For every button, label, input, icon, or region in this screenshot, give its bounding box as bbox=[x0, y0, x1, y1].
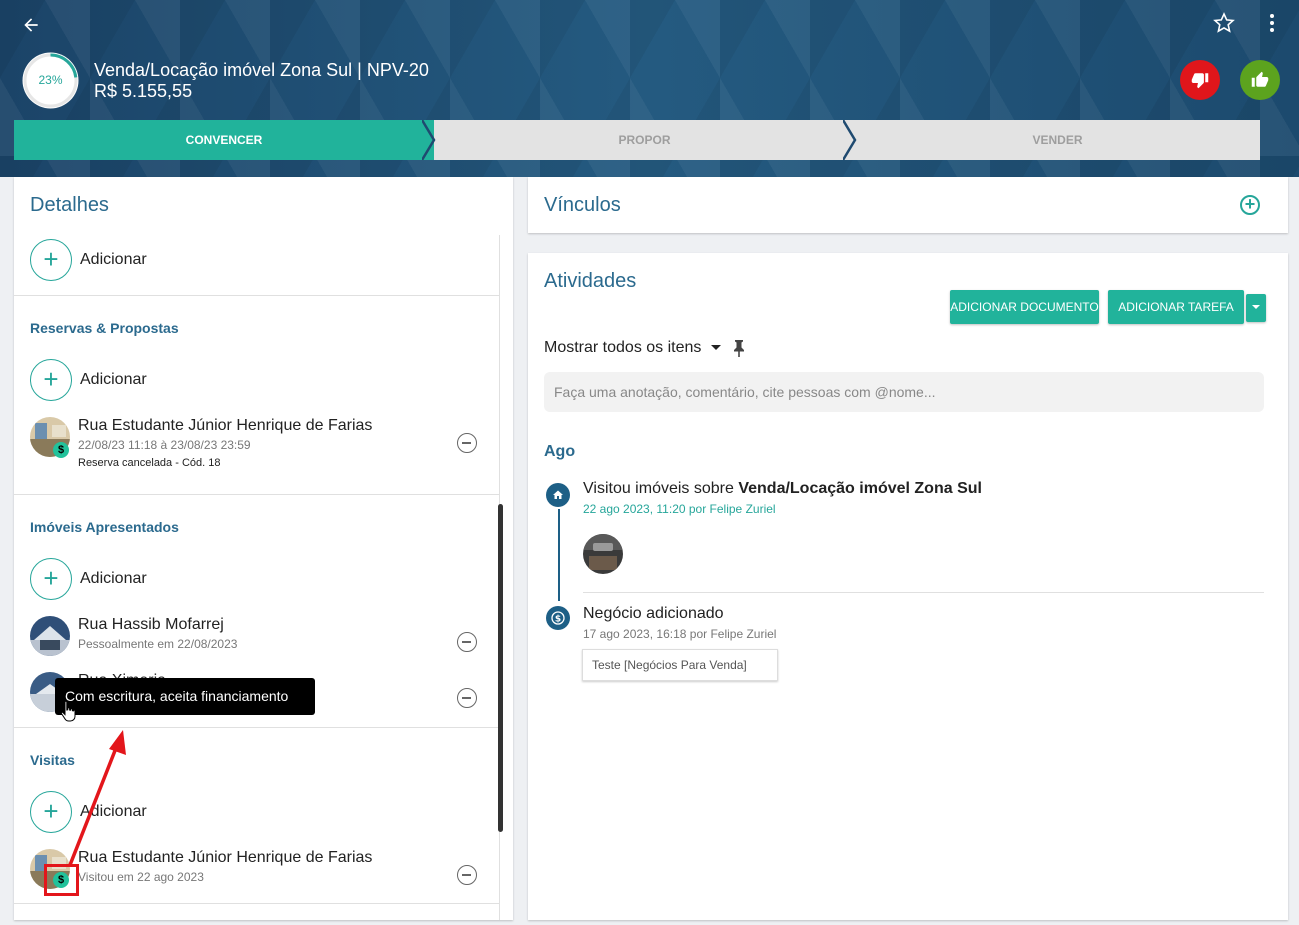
filter-label: Mostrar todos os itens bbox=[544, 339, 702, 356]
timeline-title: Negócio adicionado bbox=[583, 605, 724, 622]
add-circle-icon: + bbox=[30, 359, 72, 401]
list-item-imovel[interactable]: Rua Hassib Mofarrej Pessoalmente em 22/0… bbox=[30, 616, 490, 660]
list-item-reserva[interactable]: $ Rua Estudante Júnior Henrique de Faria… bbox=[30, 417, 490, 469]
timeline-title: Visitou imóveis sobre Venda/Locação imóv… bbox=[583, 480, 982, 498]
win-deal-button[interactable] bbox=[1240, 60, 1280, 100]
remove-icon[interactable] bbox=[457, 433, 477, 453]
lose-deal-button[interactable] bbox=[1180, 60, 1220, 100]
deal-chip[interactable]: Teste [Negócios Para Venda] bbox=[582, 649, 778, 681]
caret-down-icon bbox=[710, 345, 721, 350]
stage-convencer[interactable]: CONVENCER bbox=[14, 120, 434, 160]
progress-ring: 23% bbox=[22, 52, 79, 109]
more-options-button[interactable] bbox=[1259, 11, 1285, 37]
remove-icon[interactable] bbox=[457, 865, 477, 885]
deal-value: R$ 5.155,55 bbox=[94, 81, 193, 101]
period-label: Ago bbox=[544, 443, 576, 460]
back-button[interactable] bbox=[18, 12, 44, 38]
remove-icon[interactable] bbox=[457, 632, 477, 652]
add-circle-icon: + bbox=[30, 239, 72, 281]
divider bbox=[14, 903, 500, 904]
add-label: Adicionar bbox=[80, 570, 147, 587]
annotation-arrow bbox=[68, 730, 126, 866]
favorite-button[interactable] bbox=[1211, 11, 1237, 37]
imoveis-add-button[interactable]: + Adicionar bbox=[30, 558, 147, 600]
progress-label: 23% bbox=[38, 73, 63, 87]
dollar-badge-icon: $ bbox=[53, 442, 69, 458]
thumb-up-icon bbox=[1251, 71, 1269, 87]
svg-text:$: $ bbox=[555, 615, 561, 625]
item-subtitle: Pessoalmente em 22/08/2023 bbox=[78, 637, 238, 651]
item-title: Rua Hassib Mofarrej bbox=[78, 616, 224, 633]
timeline-meta[interactable]: 22 ago 2023, 11:20 por Felipe Zuriel bbox=[583, 502, 776, 516]
stage-separator-icon bbox=[422, 120, 436, 160]
details-add-button[interactable]: + Adicionar bbox=[30, 239, 147, 281]
tooltip: Com escritura, aceita financiamento bbox=[55, 678, 315, 715]
add-label: Adicionar bbox=[80, 371, 147, 388]
vinculos-title: Vínculos bbox=[544, 194, 621, 216]
timeline-divider bbox=[583, 592, 1264, 593]
caret-down-icon bbox=[1252, 305, 1260, 309]
details-scrollbar[interactable] bbox=[498, 504, 503, 832]
atividades-panel: Atividades ADICIONAR DOCUMENTO ADICIONAR… bbox=[528, 253, 1288, 920]
deal-title: Venda/Locação imóvel Zona Sul | NPV-20 bbox=[94, 60, 429, 80]
add-document-button[interactable]: ADICIONAR DOCUMENTO bbox=[950, 290, 1099, 324]
atividades-title: Atividades bbox=[544, 270, 637, 292]
add-circle-icon: + bbox=[30, 558, 72, 600]
hand-cursor-icon bbox=[60, 700, 76, 722]
reservas-add-button[interactable]: + Adicionar bbox=[30, 359, 147, 401]
item-note: Reserva cancelada - Cód. 18 bbox=[78, 457, 221, 469]
stage-separator-icon bbox=[843, 120, 857, 160]
stage-vender[interactable]: VENDER bbox=[855, 120, 1260, 160]
timeline-line bbox=[558, 509, 560, 601]
item-subtitle: 22/08/23 11:18 à 23/08/23 23:59 bbox=[78, 438, 251, 452]
stage-propor[interactable]: PROPOR bbox=[434, 120, 855, 160]
add-label: Adicionar bbox=[80, 251, 147, 268]
pin-icon[interactable] bbox=[732, 339, 746, 357]
item-title: Rua Estudante Júnior Henrique de Farias bbox=[78, 417, 373, 434]
note-input[interactable] bbox=[544, 372, 1264, 412]
thumb-down-icon bbox=[1191, 73, 1209, 89]
pipeline-stages: CONVENCER PROPOR VENDER bbox=[14, 120, 1260, 160]
home-icon bbox=[546, 483, 570, 507]
section-title-reservas: Reservas & Propostas bbox=[30, 320, 179, 336]
details-title: Detalhes bbox=[30, 194, 109, 216]
dollar-icon: $ bbox=[546, 606, 570, 630]
star-outline-icon bbox=[1213, 12, 1235, 33]
divider bbox=[14, 494, 500, 495]
add-vinculo-icon[interactable]: + bbox=[1240, 195, 1260, 215]
timeline-title-prefix: Visitou imóveis sobre bbox=[583, 480, 739, 497]
property-avatar bbox=[30, 616, 70, 656]
more-vertical-icon bbox=[1270, 14, 1274, 32]
task-dropdown-button[interactable] bbox=[1246, 294, 1266, 322]
visit-property-thumbnail[interactable] bbox=[583, 534, 623, 574]
timeline-meta: 17 ago 2023, 16:18 por Felipe Zuriel bbox=[583, 627, 777, 641]
item-subtitle: Visitou em 22 ago 2023 bbox=[78, 870, 204, 884]
arrow-back-icon bbox=[24, 18, 38, 32]
filter-dropdown[interactable]: Mostrar todos os itens bbox=[544, 339, 722, 357]
divider bbox=[14, 295, 500, 296]
deal-header: 23% Venda/Locação imóvel Zona Sul | NPV-… bbox=[0, 0, 1299, 177]
timeline-title-bold: Venda/Locação imóvel Zona Sul bbox=[738, 480, 982, 497]
section-title-imoveis: Imóveis Apresentados bbox=[30, 519, 179, 535]
vinculos-panel: Vínculos + bbox=[528, 177, 1288, 233]
remove-icon[interactable] bbox=[457, 688, 477, 708]
add-task-button[interactable]: ADICIONAR TAREFA bbox=[1108, 290, 1244, 324]
